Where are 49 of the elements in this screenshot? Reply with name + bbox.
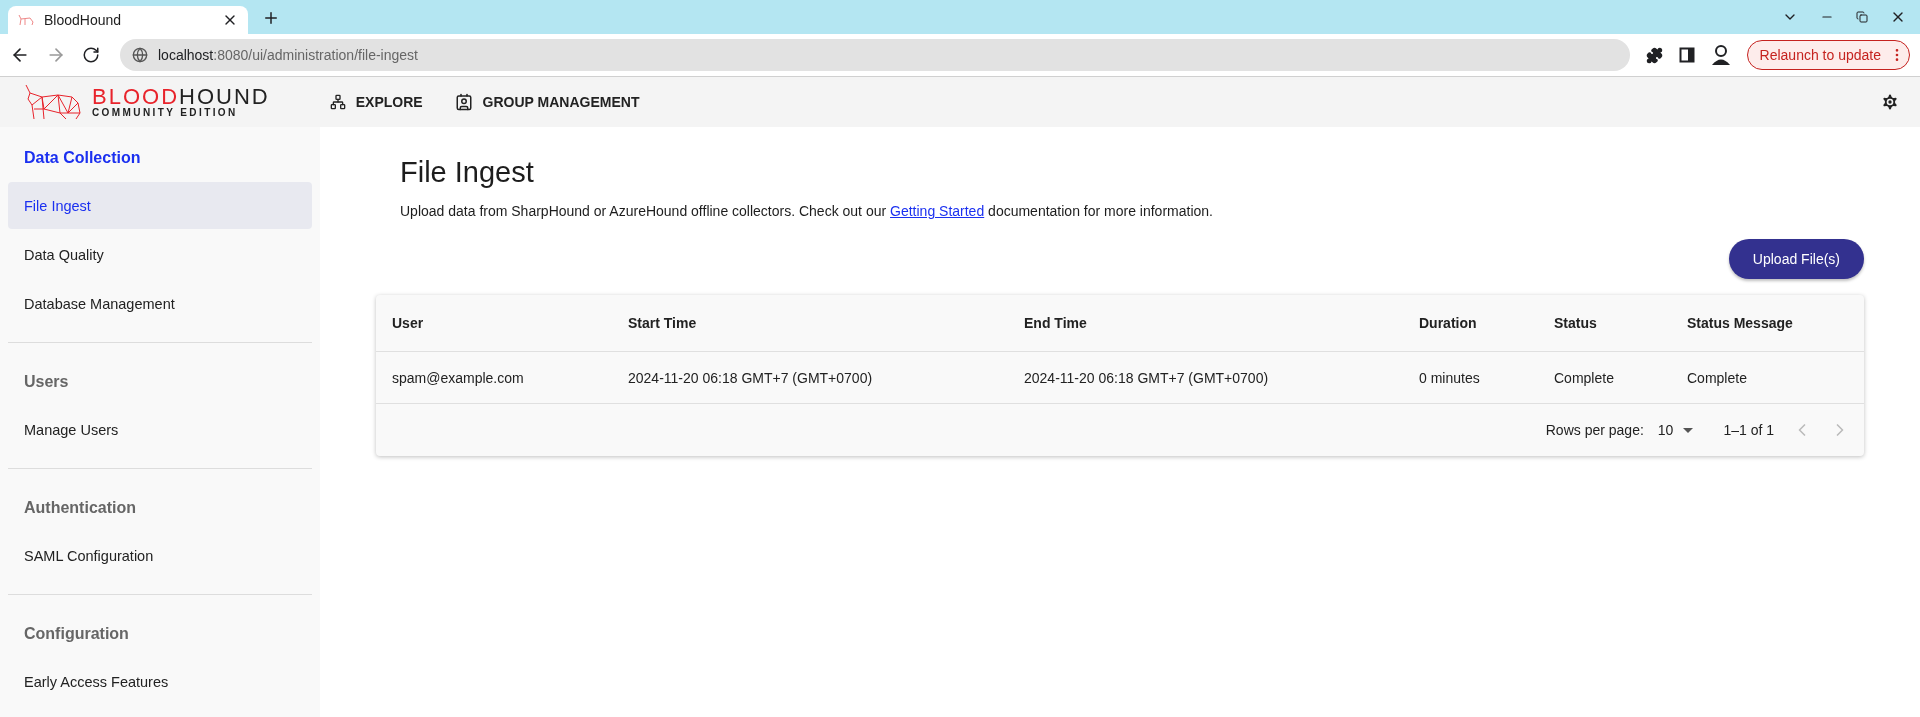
upload-button[interactable]: Upload File(s) bbox=[1728, 239, 1864, 279]
rows-per-page-label: Rows per page: bbox=[1545, 422, 1644, 438]
logo-wordmark: BLOODHOUND bbox=[92, 86, 270, 108]
nav-link[interactable]: EXPLORE bbox=[329, 94, 423, 110]
page-title: File Ingest bbox=[400, 155, 535, 190]
getting-started-link[interactable]: Getting Started bbox=[890, 203, 985, 219]
browser-tab[interactable]: BloodHound bbox=[8, 6, 248, 34]
nodes-icon bbox=[329, 94, 346, 110]
logo-subtitle: COMMUNITY EDITION bbox=[92, 108, 239, 118]
table-cell-text: Complete bbox=[1686, 369, 1748, 386]
settings-icon[interactable] bbox=[1880, 92, 1900, 112]
column-header: Status bbox=[1553, 315, 1598, 331]
reload-icon[interactable] bbox=[82, 46, 100, 64]
tab-title: BloodHound bbox=[44, 12, 123, 28]
table-cell-text: 2024-11-20 06:18 GMT+7 (GMT+0700) bbox=[627, 369, 874, 386]
sidebar-item[interactable]: Data Quality bbox=[8, 231, 312, 278]
table-cell-text: 0 minutes bbox=[1418, 369, 1481, 386]
globe-icon bbox=[132, 47, 148, 63]
sidebar-item[interactable]: Early Access Features bbox=[8, 658, 312, 705]
page-description: Upload data from SharpHound or AzureHound offline collectors. Check out our Getting Started documentation for more information. bbox=[400, 203, 1214, 219]
url-text: localhost:8080/ui/administration/file-ingest bbox=[158, 47, 418, 63]
table-cell-text: 2024-11-20 06:18 GMT+7 (GMT+0700) bbox=[1023, 369, 1270, 386]
sidebar-item[interactable]: SAML Configuration bbox=[8, 532, 312, 579]
address-bar[interactable]: localhost:8080/ui/administration/file-ingest bbox=[120, 39, 1630, 71]
puzzle-icon[interactable] bbox=[1645, 46, 1663, 64]
column-header: Status Message bbox=[1686, 315, 1794, 331]
section-heading: Authentication bbox=[23, 498, 137, 518]
id-card-icon bbox=[454, 93, 473, 111]
section-heading: Configuration bbox=[23, 624, 130, 644]
column-header: User bbox=[391, 315, 425, 331]
section-heading: Data Collection bbox=[23, 148, 142, 168]
column-header: Duration bbox=[1418, 315, 1478, 331]
column-header: Start Time bbox=[627, 315, 698, 331]
restore-icon[interactable] bbox=[1856, 11, 1868, 23]
profile-avatar-icon[interactable] bbox=[1710, 44, 1731, 66]
table-cell-text: spam@example.com bbox=[391, 369, 525, 386]
relaunch-button[interactable]: Relaunch to update bbox=[1746, 40, 1910, 70]
page-range: 1–1 of 1 bbox=[1723, 422, 1774, 438]
table-cell-text: Complete bbox=[1553, 369, 1615, 386]
section-heading: Users bbox=[23, 372, 70, 392]
dropdown-caret-icon bbox=[1683, 427, 1694, 433]
sidebar-item[interactable]: Database Management bbox=[8, 280, 312, 327]
sidebar-item[interactable]: Manage Users bbox=[8, 406, 312, 453]
new-tab-icon[interactable] bbox=[262, 9, 280, 27]
rows-per-page-select[interactable]: 10 bbox=[1657, 422, 1694, 438]
sidebar-item[interactable]: File Ingest bbox=[8, 182, 312, 229]
side-panel-icon[interactable] bbox=[1678, 47, 1695, 63]
nav-link[interactable]: GROUP MANAGEMENT bbox=[454, 93, 640, 111]
column-header: End Time bbox=[1023, 315, 1088, 331]
